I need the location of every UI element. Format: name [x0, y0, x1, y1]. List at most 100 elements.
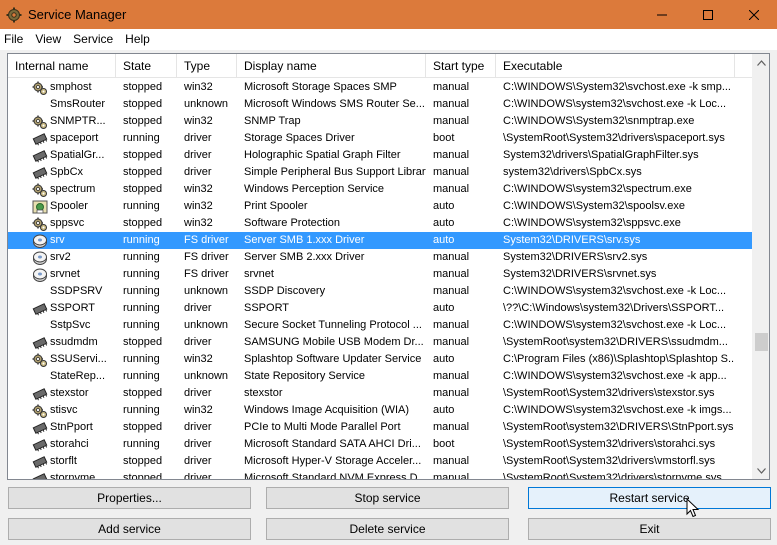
internal-name-text: storahci — [50, 438, 89, 450]
cell-start-type: manual — [433, 387, 470, 399]
properties-button[interactable]: Properties... — [8, 487, 251, 509]
cell-executable: C:\WINDOWS\system32\svchost.exe -k Loc..… — [503, 98, 727, 110]
service-row[interactable]: SpatialGr... stopped driver Holographic Spa… — [8, 147, 752, 164]
service-row[interactable]: sppsvc stopped win32 Software Protection aut… — [8, 215, 752, 232]
service-row[interactable]: SmsRouter stopped unknown Microsoft Windows… — [8, 96, 752, 113]
menu-help[interactable]: Help — [119, 29, 156, 50]
service-row[interactable]: SSUServi... running win32 Splashtop Softwar… — [8, 351, 752, 368]
cell-state: stopped — [123, 81, 163, 93]
column-header-internal-name[interactable]: Internal name — [8, 54, 116, 78]
minimize-button[interactable] — [639, 0, 685, 29]
cell-start-type: manual — [433, 98, 470, 110]
scroll-thumb[interactable] — [755, 333, 768, 351]
service-row[interactable]: StnPport stopped driver PCIe to Multi Mode … — [8, 419, 752, 436]
cell-state: stopped — [123, 149, 163, 161]
chevron-down-icon — [757, 467, 766, 474]
exit-button[interactable]: Exit — [528, 518, 771, 540]
service-row[interactable]: SstpSvc running unknown Secure Socket Tunne… — [8, 317, 752, 334]
cell-start-type: manual — [433, 455, 470, 467]
service-row[interactable]: storahci running driver Microsoft Standard … — [8, 436, 752, 453]
menu-service[interactable]: Service — [67, 29, 119, 50]
internal-name-text: ssudmdm — [50, 336, 98, 348]
cell-type: driver — [184, 302, 212, 314]
cell-executable: \SystemRoot\System32\drivers\stornvme.sy… — [503, 472, 722, 479]
cell-type: driver — [184, 421, 212, 433]
service-row[interactable]: stornvme stopped driver Microsoft Standard … — [8, 470, 752, 479]
service-row[interactable]: spaceport running driver Storage Spaces Dri… — [8, 130, 752, 147]
cell-state: stopped — [123, 455, 163, 467]
maximize-button[interactable] — [685, 0, 731, 29]
service-row[interactable]: spectrum stopped win32 Windows Perception S… — [8, 181, 752, 198]
cell-internal-name: spaceport — [8, 130, 116, 147]
service-row[interactable]: stisvc running win32 Windows Image Acquisit… — [8, 402, 752, 419]
cell-internal-name: storflt — [8, 453, 116, 470]
cell-state: stopped — [123, 217, 163, 229]
services-list[interactable]: Internal name State Type Display name St… — [7, 53, 770, 480]
cell-state: running — [123, 285, 160, 297]
internal-name-text: SpatialGr... — [50, 149, 105, 161]
fs-driver-disk-icon — [32, 250, 48, 266]
cell-state: stopped — [123, 98, 163, 110]
cell-type: driver — [184, 387, 212, 399]
cell-type: FS driver — [184, 268, 229, 280]
cell-internal-name: SpbCx — [8, 164, 116, 181]
stop-service-button[interactable]: Stop service — [266, 487, 509, 509]
printer-icon — [32, 199, 48, 215]
cell-display-name: State Repository Service — [244, 370, 366, 382]
cell-state: running — [123, 234, 160, 246]
menu-view[interactable]: View — [29, 29, 67, 50]
service-gear-icon — [32, 80, 48, 96]
service-row[interactable]: SNMPTR... stopped win32 SNMP Trap manual C:\W… — [8, 113, 752, 130]
scroll-up-arrow[interactable] — [753, 54, 769, 71]
vertical-scrollbar[interactable] — [752, 54, 769, 479]
cell-executable: C:\WINDOWS\system32\svchost.exe -k Loc..… — [503, 285, 727, 297]
fs-driver-disk-icon — [32, 233, 48, 249]
cell-type: unknown — [184, 285, 229, 297]
cell-display-name: Holographic Spatial Graph Filter — [244, 149, 401, 161]
cell-start-type: auto — [433, 353, 455, 365]
internal-name-text: srvnet — [50, 268, 80, 280]
service-row[interactable]: smphost stopped win32 Microsoft Storage Spa… — [8, 79, 752, 96]
column-header-start-type[interactable]: Start type — [426, 54, 496, 78]
scroll-down-arrow[interactable] — [753, 462, 769, 479]
service-row[interactable]: srv running FS driver Server SMB 1.xxx Driv… — [8, 232, 752, 249]
service-row[interactable]: stexstor stopped driver stexstor manual \Syst… — [8, 385, 752, 402]
driver-chip-icon — [32, 420, 48, 436]
cell-display-name: PCIe to Multi Mode Parallel Port — [244, 421, 401, 433]
cell-executable: system32\drivers\SpbCx.sys — [503, 166, 642, 178]
column-header-type[interactable]: Type — [177, 54, 237, 78]
cell-executable: C:\WINDOWS\system32\sppsvc.exe — [503, 217, 681, 229]
service-row[interactable]: StateRep... running unknown State Repositor… — [8, 368, 752, 385]
cell-executable: C:\WINDOWS\system32\svchost.exe -k imgs.… — [503, 404, 732, 416]
cell-internal-name: StnPport — [8, 419, 116, 436]
menu-file[interactable]: File — [0, 29, 29, 50]
internal-name-text: sppsvc — [50, 217, 85, 229]
cell-start-type: boot — [433, 132, 455, 144]
service-row[interactable]: storflt stopped driver Microsoft Hyper-V St… — [8, 453, 752, 470]
service-row[interactable]: srvnet running FS driver srvnet manual System… — [8, 266, 752, 283]
service-row[interactable]: SSDPSRV running unknown SSDP Discovery manua… — [8, 283, 752, 300]
service-gear-icon — [32, 403, 48, 419]
cell-state: stopped — [123, 387, 163, 399]
service-row[interactable]: Spooler running win32 Print Spooler auto C:\W… — [8, 198, 752, 215]
service-row[interactable]: ssudmdm stopped driver SAMSUNG Mobile USB M… — [8, 334, 752, 351]
add-service-button[interactable]: Add service — [8, 518, 251, 540]
cell-start-type: auto — [433, 217, 455, 229]
service-row[interactable]: SSPORT running driver SSPORT auto \??\C:\Wind… — [8, 300, 752, 317]
service-row[interactable]: SpbCx stopped driver Simple Peripheral Bus … — [8, 164, 752, 181]
cell-internal-name: srv2 — [8, 249, 116, 266]
cell-display-name: Microsoft Standard SATA AHCI Dri... — [244, 438, 421, 450]
restart-service-button[interactable]: Restart service — [528, 487, 771, 509]
delete-service-button[interactable]: Delete service — [266, 518, 509, 540]
close-button[interactable] — [731, 0, 777, 29]
column-header-state[interactable]: State — [116, 54, 177, 78]
service-row[interactable]: srv2 running FS driver Server SMB 2.xxx Dri… — [8, 249, 752, 266]
cell-state: running — [123, 302, 160, 314]
column-header-executable[interactable]: Executable — [496, 54, 735, 78]
cell-executable: C:\WINDOWS\system32\svchost.exe -k app..… — [503, 370, 727, 382]
cell-display-name: srvnet — [244, 268, 274, 280]
column-header-display-name[interactable]: Display name — [237, 54, 426, 78]
cell-start-type: manual — [433, 149, 470, 161]
cell-internal-name: srv — [8, 232, 116, 249]
close-icon — [749, 9, 759, 20]
